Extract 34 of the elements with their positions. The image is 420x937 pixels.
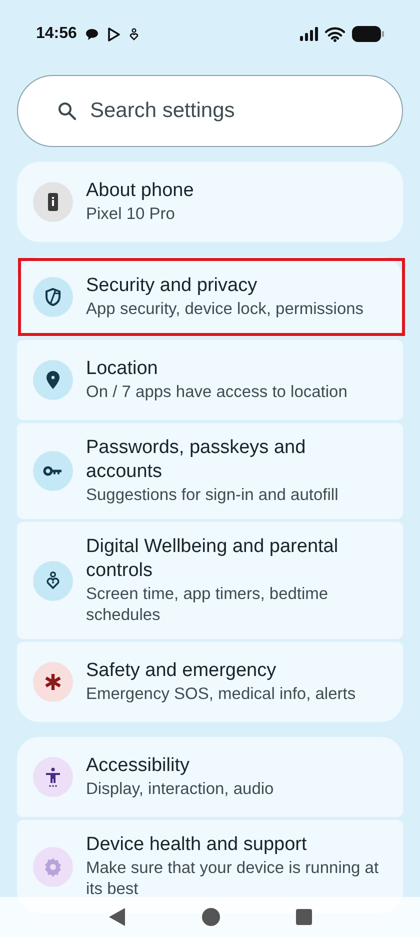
- search-icon: [57, 101, 77, 121]
- status-time: 14:56: [36, 24, 77, 44]
- item-title: Accessibility: [86, 754, 190, 778]
- item-subtitle: Make sure that your device is running at its best: [86, 858, 380, 900]
- home-icon[interactable]: [202, 908, 220, 926]
- settings-item[interactable]: Passwords, passkeys and accounts Suggestions for sign-in and autofill: [17, 423, 403, 519]
- item-title: Device health and support: [86, 833, 308, 857]
- item-title: Security and privacy: [86, 274, 258, 298]
- item-title: About phone: [86, 179, 194, 203]
- back-icon[interactable]: [108, 907, 126, 927]
- item-subtitle: On / 7 apps have access to location: [86, 382, 348, 403]
- chat-icon: [84, 28, 99, 40]
- item-title: Passwords, passkeys and accounts: [86, 436, 307, 484]
- search-field[interactable]: Search settings: [17, 75, 403, 147]
- battery-icon: [352, 26, 384, 42]
- item-title: Location: [86, 357, 159, 381]
- play-icon: [106, 26, 121, 42]
- item-subtitle: Screen time, app timers, bedtime schedules: [86, 584, 330, 626]
- item-subtitle: Suggestions for sign-in and autofill: [86, 485, 340, 506]
- signal-icon: [299, 27, 319, 41]
- settings-item[interactable]: Digital Wellbeing and parental controls Screen time, app timers, bedtime schedules: [17, 522, 403, 639]
- wifi-icon: [325, 26, 345, 42]
- item-title: Safety and emergency: [86, 659, 278, 683]
- wellbeing-icon: [128, 28, 139, 40]
- settings-item[interactable]: Safety and emergency Emergency SOS, medical info, alerts: [17, 642, 403, 722]
- item-subtitle: Emergency SOS, medical info, alerts: [86, 684, 356, 705]
- settings-item[interactable]: About phone Pixel 10 Pro: [17, 162, 403, 242]
- item-title: Digital Wellbeing and parental controls: [86, 535, 340, 583]
- item-subtitle: Display, interaction, audio: [86, 779, 274, 800]
- item-subtitle: App security, device lock, permissions: [86, 299, 364, 320]
- settings-item[interactable]: Location On / 7 apps have access to location: [17, 340, 403, 420]
- item-subtitle: Pixel 10 Pro: [86, 204, 176, 225]
- settings-item[interactable]: Security and privacy App security, device lock, permissions: [17, 257, 403, 337]
- settings-item[interactable]: Accessibility Display, interaction, audio: [17, 737, 403, 817]
